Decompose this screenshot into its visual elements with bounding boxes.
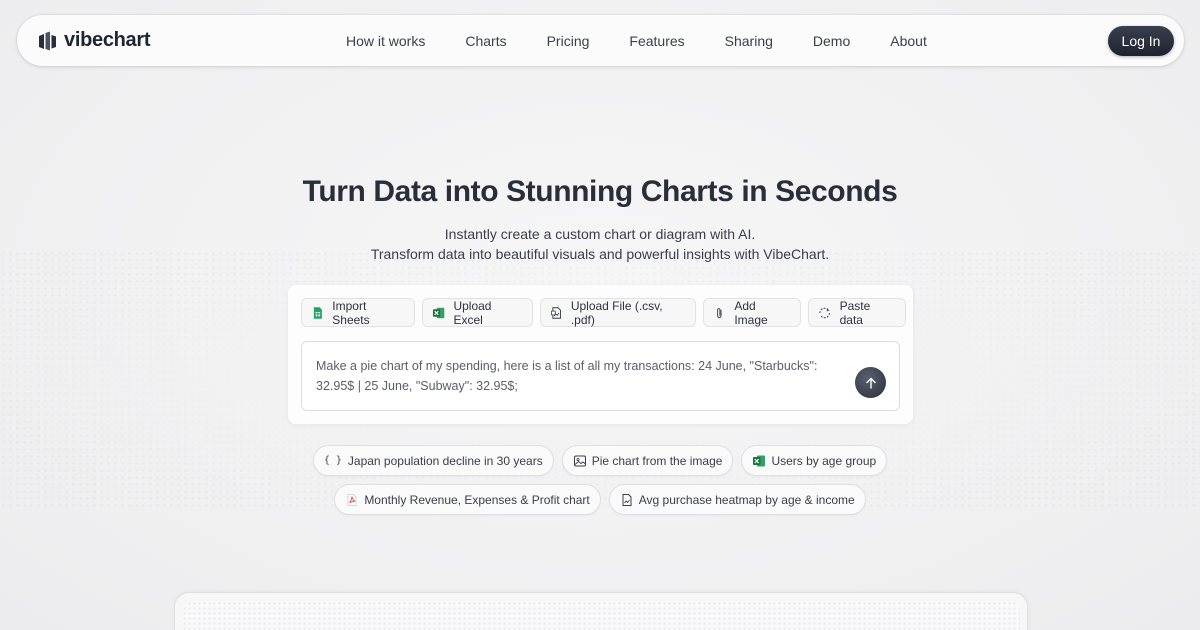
suggestion-label: Avg purchase heatmap by age & income [638, 492, 855, 507]
nav-item-how-it-works[interactable]: How it works [346, 33, 425, 49]
excel-icon [753, 455, 766, 466]
hero-subtitle-line1: Instantly create a custom chart or diagr… [444, 226, 756, 242]
pdf-icon [347, 493, 357, 506]
file-chart-icon [622, 493, 632, 506]
suggestion-chip-monthly-revenue[interactable]: Monthly Revenue, Expenses & Profit chart [334, 484, 601, 515]
logo-text: vibechart [64, 29, 151, 51]
suggestion-label: Users by age group [771, 453, 877, 468]
nav-item-sharing[interactable]: Sharing [725, 33, 773, 49]
code-braces-icon: { } [323, 455, 342, 466]
suggestion-row-2: Monthly Revenue, Expenses & Profit chart… [0, 484, 1200, 515]
nav-item-charts[interactable]: Charts [465, 33, 506, 49]
suggestion-label: Monthly Revenue, Expenses & Profit chart [364, 492, 590, 507]
arrow-up-icon [865, 377, 876, 389]
add-image-label: Add Image [734, 298, 768, 327]
paste-icon [819, 307, 831, 318]
paperclip-icon [717, 307, 722, 318]
suggestion-chip-heatmap[interactable]: Avg purchase heatmap by age & income [608, 484, 866, 515]
prompt-text[interactable]: Make a pie chart of my spending, here is… [316, 356, 846, 396]
login-button[interactable]: Log In [1108, 26, 1174, 56]
chart-preview-canvas [182, 601, 1020, 630]
upload-file-label: Upload File (.csv, .pdf) [570, 298, 663, 327]
nav-item-pricing[interactable]: Pricing [547, 33, 590, 49]
add-image-button[interactable]: Add Image [703, 298, 802, 327]
nav-item-features[interactable]: Features [629, 33, 684, 49]
hero-title: Turn Data into Stunning Charts in Second… [302, 175, 898, 208]
suggestion-row-1: { } Japan population decline in 30 years… [0, 445, 1200, 476]
upload-excel-label: Upload Excel [453, 298, 492, 327]
prompt-card: Import Sheets Upload Excel Upload File (… [288, 285, 913, 424]
vibechart-logo-icon [39, 31, 56, 50]
hero-subtitle-line2: Transform data into beautiful visuals an… [370, 246, 830, 262]
suggestion-label: Pie chart from the image [591, 453, 723, 468]
nav-item-demo[interactable]: Demo [813, 33, 850, 49]
nav-menu: How it works Charts Pricing Features Sha… [346, 15, 967, 66]
import-sheets-button[interactable]: Import Sheets [301, 298, 416, 327]
file-upload-icon [550, 306, 561, 319]
import-sheets-label: Import Sheets [332, 298, 370, 327]
paste-data-button[interactable]: Paste data [808, 298, 906, 327]
send-button[interactable] [855, 367, 886, 398]
paste-data-label: Paste data [839, 298, 871, 327]
suggestion-label: Japan population decline in 30 years [347, 453, 543, 468]
upload-excel-button[interactable]: Upload Excel [422, 298, 533, 327]
prompt-input[interactable]: Make a pie chart of my spending, here is… [301, 341, 900, 411]
import-actions: Import Sheets Upload Excel Upload File (… [301, 298, 913, 327]
excel-icon [433, 307, 445, 318]
image-icon [573, 455, 586, 466]
logo[interactable]: vibechart [37, 29, 151, 52]
nav-item-about[interactable]: About [890, 33, 927, 49]
upload-file-button[interactable]: Upload File (.csv, .pdf) [539, 298, 697, 327]
suggestion-chip-japan-population[interactable]: { } Japan population decline in 30 years [312, 445, 554, 476]
suggestion-chip-users-by-age[interactable]: Users by age group [741, 445, 888, 476]
chart-preview-panel [175, 593, 1027, 630]
suggestion-chip-pie-chart-image[interactable]: Pie chart from the image [561, 445, 734, 476]
top-navbar: vibechart How it works Charts Pricing Fe… [17, 15, 1184, 66]
google-sheets-icon [313, 306, 322, 319]
